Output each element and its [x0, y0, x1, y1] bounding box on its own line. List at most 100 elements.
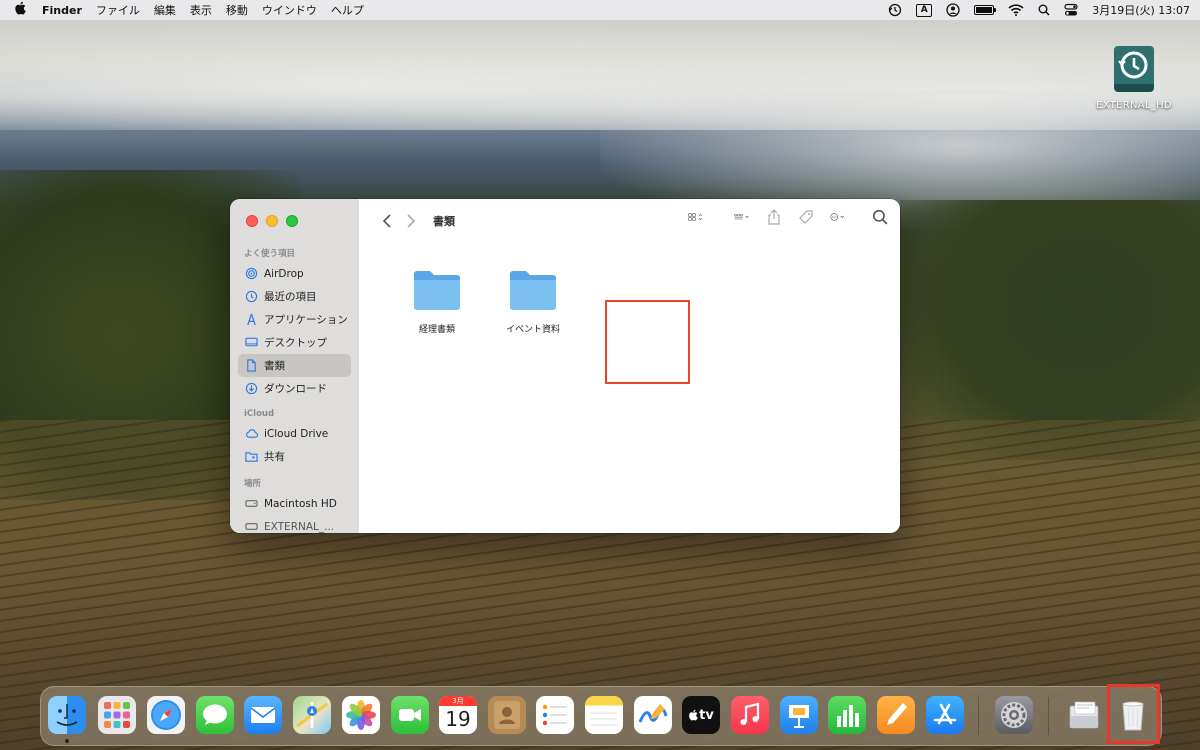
menu-go[interactable]: 移動	[226, 2, 248, 18]
sidebar-section-locations: 場所	[244, 479, 262, 489]
search-icon[interactable]	[872, 209, 888, 225]
time-machine-drive-icon	[1110, 44, 1158, 94]
zoom-button[interactable]	[286, 215, 298, 227]
user-account-icon[interactable]	[946, 3, 960, 17]
sidebar-item-desktop[interactable]: デスクトップ	[238, 331, 351, 354]
control-center-icon[interactable]	[1064, 3, 1078, 17]
apple-logo-icon[interactable]	[14, 1, 32, 19]
sidebar-section-favorites: よく使う項目	[244, 249, 296, 259]
sidebar-item-label: デスクトップ	[264, 337, 327, 349]
sidebar-item-icloud-drive[interactable]: iCloud Drive	[238, 422, 351, 445]
system-settings-app-icon[interactable]	[995, 696, 1033, 734]
group-button[interactable]	[734, 209, 750, 225]
battery-icon[interactable]	[974, 5, 997, 15]
tag-icon[interactable]	[798, 209, 814, 225]
dock-separator	[978, 697, 979, 735]
share-icon[interactable]	[766, 209, 782, 225]
keynote-app-icon[interactable]	[780, 696, 818, 734]
sidebar-item-label: 最近の項目	[264, 291, 317, 303]
desktop-icon	[244, 336, 258, 350]
calendar-app-icon[interactable]: 3月 19	[439, 696, 477, 734]
messages-app-icon[interactable]	[196, 696, 234, 734]
view-mode-button[interactable]	[688, 209, 704, 225]
applications-icon	[244, 313, 258, 327]
photos-app-icon[interactable]	[342, 696, 380, 734]
menu-help[interactable]: ヘルプ	[331, 2, 364, 18]
time-machine-icon[interactable]	[888, 3, 902, 17]
wallpaper-clouds	[0, 20, 1200, 130]
safari-app-icon[interactable]	[147, 696, 185, 734]
calendar-day: 19	[445, 707, 471, 731]
desktop-external-drive[interactable]: EXTERNAL_HD	[1092, 44, 1176, 111]
back-button[interactable]	[375, 209, 399, 233]
tv-app-icon[interactable]: tv	[682, 696, 720, 734]
music-app-icon[interactable]	[731, 696, 769, 734]
close-button[interactable]	[246, 215, 258, 227]
minimize-button[interactable]	[266, 215, 278, 227]
sidebar-item-label: 書類	[264, 360, 285, 372]
sidebar-item-downloads[interactable]: ダウンロード	[238, 377, 351, 400]
sidebar-item-label: 共有	[264, 451, 285, 463]
menu-file[interactable]: ファイル	[96, 2, 140, 18]
input-source-icon[interactable]: A	[916, 3, 933, 17]
sidebar-item-macintosh-hd[interactable]: Macintosh HD	[238, 492, 351, 515]
sidebar-item-applications[interactable]: アプリケーション	[238, 308, 351, 331]
tv-app-label: tv	[699, 707, 714, 723]
forward-button[interactable]	[399, 209, 423, 233]
finder-window[interactable]: よく使う項目 AirDrop 最近の項目 アプリケーション デスクトップ 書類 …	[230, 199, 900, 533]
sidebar-item-recents[interactable]: 最近の項目	[238, 285, 351, 308]
app-store-app-icon[interactable]	[926, 696, 964, 734]
sidebar-item-label: アプリケーション	[264, 314, 348, 326]
numbers-app-icon[interactable]	[828, 696, 866, 734]
wifi-icon[interactable]	[1008, 4, 1024, 16]
finder-sidebar: よく使う項目 AirDrop 最近の項目 アプリケーション デスクトップ 書類 …	[230, 199, 359, 533]
running-indicator	[65, 739, 69, 743]
sidebar-section-icloud: iCloud	[244, 409, 275, 419]
menu-view[interactable]: 表示	[190, 2, 212, 18]
folder-icon	[412, 268, 462, 312]
highlight-empty-area	[605, 300, 690, 384]
more-actions-button[interactable]	[830, 209, 846, 225]
freeform-app-icon[interactable]	[634, 696, 672, 734]
sidebar-item-label: Macintosh HD	[264, 497, 337, 510]
menu-edit[interactable]: 編集	[154, 2, 176, 18]
clock[interactable]: 3月19日(火) 13:07	[1092, 2, 1190, 18]
spotlight-search-icon[interactable]	[1038, 4, 1050, 16]
folder-icon	[508, 268, 558, 312]
sidebar-item-label: iCloud Drive	[264, 427, 329, 440]
mail-app-icon[interactable]	[244, 696, 282, 734]
calendar-month: 3月	[439, 696, 477, 706]
menu-finder[interactable]: Finder	[42, 4, 82, 17]
sidebar-item-shared[interactable]: 共有	[238, 445, 351, 468]
finder-app-icon[interactable]	[48, 696, 86, 734]
folder-item[interactable]: イベント資料	[493, 268, 573, 335]
sidebar-item-label: EXTERNAL_...	[264, 520, 335, 533]
folder-item[interactable]: 経理書類	[397, 268, 477, 335]
sidebar-item-label: ダウンロード	[264, 383, 327, 395]
contacts-app-icon[interactable]	[488, 696, 526, 734]
sidebar-item-airdrop[interactable]: AirDrop	[238, 262, 351, 285]
pages-app-icon[interactable]	[877, 696, 915, 734]
preview-document-icon[interactable]	[1065, 696, 1103, 734]
shared-folder-icon	[244, 450, 258, 464]
clock-icon	[244, 290, 258, 304]
sidebar-item-documents[interactable]: 書類	[238, 354, 351, 377]
wallpaper-forest-right	[900, 200, 1200, 460]
launchpad-app-icon[interactable]	[98, 696, 136, 734]
maps-app-icon[interactable]	[293, 696, 331, 734]
finder-toolbar: 書類	[359, 199, 900, 243]
download-icon	[244, 382, 258, 396]
desktop-drive-label: EXTERNAL_HD	[1096, 100, 1172, 111]
finder-main: 書類 経理書類 イベント資料	[359, 199, 900, 533]
menu-window[interactable]: ウインドウ	[262, 2, 317, 18]
file-area[interactable]: 経理書類 イベント資料	[359, 243, 900, 533]
cloud-icon	[244, 427, 258, 441]
facetime-app-icon[interactable]	[391, 696, 429, 734]
window-title: 書類	[433, 215, 455, 228]
external-drive-icon	[244, 520, 258, 534]
sidebar-item-label: AirDrop	[264, 267, 304, 280]
sidebar-item-external[interactable]: EXTERNAL_...	[238, 515, 351, 533]
reminders-app-icon[interactable]	[536, 696, 574, 734]
airdrop-icon	[244, 267, 258, 281]
notes-app-icon[interactable]	[585, 696, 623, 734]
